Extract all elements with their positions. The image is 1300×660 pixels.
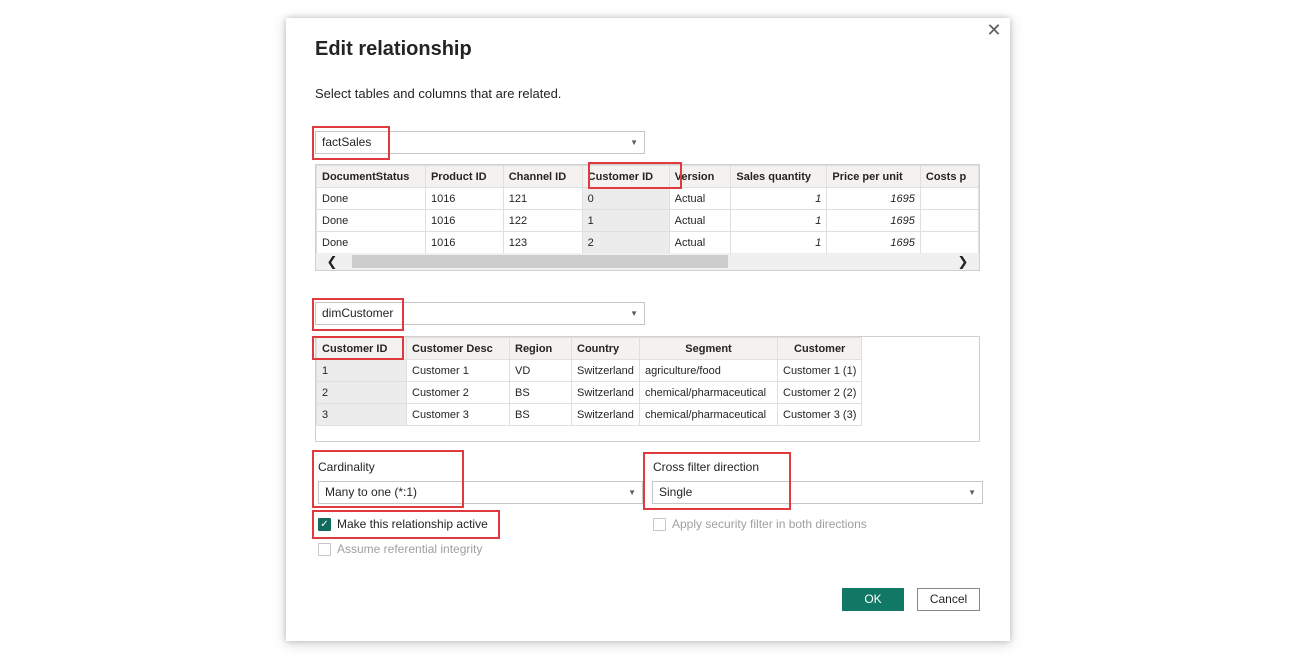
table-cell: 1 [730, 231, 828, 254]
column-header[interactable]: Product ID [424, 165, 504, 188]
dialog-subtitle: Select tables and columns that are relat… [315, 86, 562, 101]
table-cell: 1 [730, 187, 828, 210]
table-cell: Done [316, 231, 426, 254]
table-cell: VD [509, 359, 572, 382]
table-cell: Customer 2 [406, 381, 510, 404]
table-cell: 1 [316, 359, 407, 382]
scroll-left-icon[interactable]: ❮ [322, 253, 342, 270]
table-cell: chemical/pharmaceutical [639, 381, 778, 404]
table1-grid: DocumentStatus Product ID Channel ID Custom… [316, 165, 979, 254]
table-cell: 1695 [826, 187, 921, 210]
table-cell [919, 231, 979, 254]
column-header[interactable]: Customer ID [316, 337, 407, 360]
table-row: Done 1016 123 2 Actual 1 1695 [316, 231, 979, 254]
table-cell: Actual [668, 187, 732, 210]
table-row: Done 1016 122 1 Actual 1 1695 [316, 209, 979, 232]
cross-filter-value: Single [659, 485, 693, 499]
table-cell: 1016 [424, 187, 504, 210]
table-cell [919, 209, 979, 232]
table-cell: 122 [502, 209, 583, 232]
column-header[interactable]: Customer [776, 337, 863, 360]
security-filter-label: Apply security filter in both directions [672, 517, 867, 531]
table1-horizontal-scrollbar[interactable]: ❮ ❯ [316, 253, 979, 270]
table-cell: Switzerland [571, 403, 640, 426]
table-cell: chemical/pharmaceutical [639, 403, 778, 426]
table-row: Done 1016 121 0 Actual 1 1695 [316, 187, 979, 210]
chevron-down-icon: ▼ [630, 309, 638, 318]
table1-preview: DocumentStatus Product ID Channel ID Custom… [315, 164, 980, 271]
table-cell: Actual [668, 209, 732, 232]
table-cell: Actual [668, 231, 732, 254]
table2-select[interactable]: dimCustomer ▼ [315, 302, 645, 325]
column-header[interactable]: Segment [639, 337, 778, 360]
table-cell: 2 [316, 381, 407, 404]
table-cell: Customer 2 (2) [776, 381, 863, 404]
table2-grid: Customer ID Customer Desc Region Country Seg… [316, 337, 863, 426]
cardinality-select[interactable]: Many to one (*:1) ▼ [318, 481, 643, 504]
table-cell: Customer 1 (1) [776, 359, 863, 382]
table-cell [919, 187, 979, 210]
table-cell: 1 [730, 209, 828, 232]
table1-select[interactable]: factSales ▼ [315, 131, 645, 154]
table-cell: 2 [581, 231, 670, 254]
checkmark-icon[interactable]: ✓ [318, 517, 331, 531]
make-active-checkbox[interactable]: ✓ Make this relationship active [318, 517, 488, 531]
table-cell: 0 [581, 187, 670, 210]
checkbox-icon[interactable] [653, 517, 666, 531]
column-header[interactable]: Costs p [919, 165, 979, 188]
security-filter-checkbox[interactable]: Apply security filter in both directions [653, 517, 867, 531]
make-active-label: Make this relationship active [337, 517, 488, 531]
referential-integrity-checkbox[interactable]: Assume referential integrity [318, 542, 482, 556]
table-cell: Customer 1 [406, 359, 510, 382]
cardinality-value: Many to one (*:1) [325, 485, 418, 499]
ok-button[interactable]: OK [842, 588, 904, 611]
table-cell: Customer 3 (3) [776, 403, 863, 426]
table2-preview: Customer ID Customer Desc Region Country Seg… [315, 336, 980, 442]
edit-relationship-dialog: ✕ Edit relationship Select tables and co… [286, 18, 1010, 641]
table-cell: BS [509, 403, 572, 426]
table-row: 2 Customer 2 BS Switzerland chemical/pharmac… [316, 381, 863, 404]
table1-select-value: factSales [322, 135, 372, 149]
table-cell: 1695 [826, 231, 921, 254]
table-cell: 1016 [424, 231, 504, 254]
table-cell: Customer 3 [406, 403, 510, 426]
table-cell: Done [316, 187, 426, 210]
table2-select-value: dimCustomer [322, 306, 394, 320]
dialog-title: Edit relationship [315, 38, 472, 60]
table-cell: Switzerland [571, 359, 640, 382]
column-header[interactable]: Channel ID [502, 165, 583, 188]
chevron-down-icon: ▼ [628, 488, 636, 497]
table-cell: Switzerland [571, 381, 640, 404]
cardinality-label: Cardinality [318, 460, 375, 474]
checkbox-icon[interactable] [318, 542, 331, 556]
referential-integrity-label: Assume referential integrity [337, 542, 483, 556]
cross-filter-select[interactable]: Single ▼ [652, 481, 983, 504]
table-cell: 3 [316, 403, 407, 426]
column-header[interactable]: Customer ID [581, 165, 670, 188]
cancel-button[interactable]: Cancel [917, 588, 980, 611]
column-header[interactable]: Price per unit [826, 165, 921, 188]
column-header[interactable]: Country [571, 337, 640, 360]
scrollbar-thumb[interactable] [352, 255, 728, 268]
column-header[interactable]: Region [509, 337, 572, 360]
chevron-down-icon: ▼ [630, 138, 638, 147]
table-cell: BS [509, 381, 572, 404]
chevron-down-icon: ▼ [968, 488, 976, 497]
table-cell: 1695 [826, 209, 921, 232]
table-cell: 121 [502, 187, 583, 210]
scroll-right-icon[interactable]: ❯ [953, 253, 973, 270]
close-icon[interactable]: ✕ [986, 20, 1002, 40]
column-header[interactable]: Sales quantity [730, 165, 828, 188]
column-header[interactable]: Version [668, 165, 732, 188]
table-row: 3 Customer 3 BS Switzerland chemical/pharmac… [316, 403, 863, 426]
table-cell: 1 [581, 209, 670, 232]
table-cell: Done [316, 209, 426, 232]
column-header[interactable]: Customer Desc [406, 337, 510, 360]
cross-filter-label: Cross filter direction [653, 460, 760, 474]
table-cell: 1016 [424, 209, 504, 232]
column-header[interactable]: DocumentStatus [316, 165, 426, 188]
table-cell: 123 [502, 231, 583, 254]
table-row: 1 Customer 1 VD Switzerland agriculture/food… [316, 359, 863, 382]
table-cell: agriculture/food [639, 359, 778, 382]
